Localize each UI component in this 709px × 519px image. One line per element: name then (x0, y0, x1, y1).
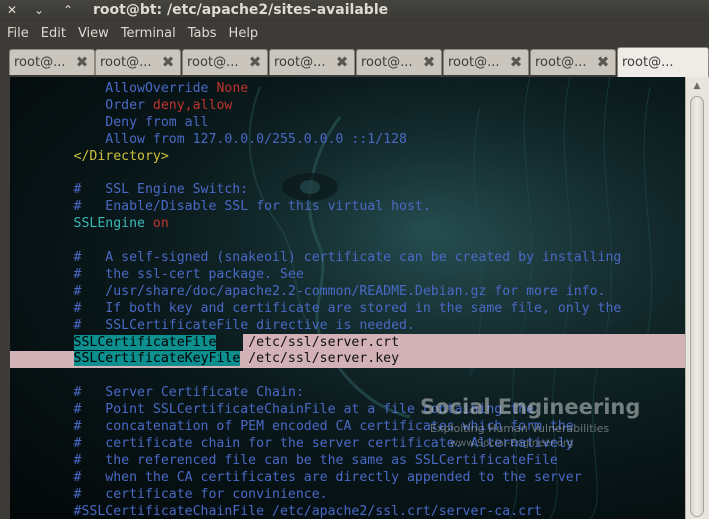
terminal-line: # If both key and certificate are stored… (10, 300, 622, 317)
terminal-line: Deny from all (10, 114, 209, 131)
terminal-window: ✕ ⌄ ⌃ root@bt: /etc/apache2/sites-availa… (0, 0, 709, 519)
terminal-line: # Server Certificate Chain: (10, 384, 304, 401)
tab-4[interactable]: root@... ✖ (269, 49, 355, 75)
terminal-line: # certificate for convinience. (10, 486, 328, 503)
tab-label: root@... (187, 55, 239, 70)
tab-label: root@... (14, 55, 66, 70)
terminal-line: SSLEngine on (10, 215, 169, 232)
tab-5[interactable]: root@... ✖ (356, 49, 442, 75)
terminal-text-segment: None (216, 81, 249, 96)
window-title: root@bt: /etc/apache2/sites-available (93, 2, 389, 18)
tab-close-icon[interactable]: ✖ (508, 54, 524, 70)
title-bar[interactable]: ✕ ⌄ ⌃ root@bt: /etc/apache2/sites-availa… (0, 0, 709, 22)
terminal-line: SSLCertificateFile /etc/ssl/server.crt (10, 334, 399, 351)
tab-close-icon[interactable]: ✖ (74, 54, 90, 70)
terminal-text-segment: SSLCertificateFile (73, 334, 217, 350)
tab-label: root@... (448, 55, 500, 70)
terminal-text-segment: #SSLCertificateChainFile /etc/apache2/ss… (10, 503, 542, 519)
terminal-text-segment: on (152, 216, 169, 232)
watermark-logo: Social Engineering Exploiting Human Vuln… (420, 395, 660, 455)
terminal-line: # Enable/Disable SSL for this virtual ho… (10, 198, 431, 215)
minimize-icon: ⌄ (33, 3, 45, 17)
terminal-text-segment: AllowOverride (10, 81, 217, 96)
terminal-line: Allow from 127.0.0.0/255.0.0.0 ::1/128 (10, 131, 407, 148)
terminal-scrollbar[interactable]: ▲ (685, 77, 709, 519)
terminal-text-segment: # certificate for convinience. (10, 486, 328, 502)
terminal-line: # SSL Engine Switch: (10, 181, 249, 198)
terminal-line: SSLCertificateKeyFile /etc/ssl/server.ke… (10, 350, 399, 367)
tab-label: root@... (274, 55, 326, 70)
tab-label: root@... (622, 55, 674, 70)
terminal-text-segment: # the ssl-cert package. See (10, 266, 304, 282)
maximize-window-button[interactable]: ⌃ (58, 2, 78, 19)
terminal-text-segment: SSLEngine (10, 216, 153, 232)
tab-close-icon[interactable]: ✖ (160, 54, 176, 70)
terminal-line: #SSLCertificateChainFile /etc/apache2/ss… (10, 503, 542, 519)
scroll-up-arrow-icon[interactable]: ▲ (689, 79, 705, 93)
watermark-title: Social Engineering (420, 395, 641, 419)
terminal-text-segment: # A self-signed (snakeoil) certificate c… (10, 250, 622, 265)
menu-tabs[interactable]: Tabs (181, 26, 222, 41)
terminal-line: # A self-signed (snakeoil) certificate c… (10, 249, 622, 266)
maximize-icon: ⌃ (62, 3, 74, 17)
tab-close-icon[interactable]: ✖ (247, 54, 263, 70)
tab-label: root@... (535, 55, 587, 70)
tab-close-icon[interactable]: ✖ (334, 54, 350, 70)
terminal-text-segment: # SSLCertificateFile directive is needed… (10, 317, 415, 333)
terminal-text-segment: /etc/ssl/server.key (240, 351, 400, 367)
terminal-line: </Directory> (10, 148, 169, 165)
watermark-url: www.Social-Engineer.org (450, 438, 574, 449)
menu-view[interactable]: View (71, 26, 114, 41)
watermark-subtitle: Exploiting Human Vulnerabilities (430, 422, 610, 435)
tab-3[interactable]: root@... ✖ (182, 49, 268, 75)
menu-help[interactable]: Help (222, 26, 264, 41)
menu-terminal[interactable]: Terminal (114, 26, 181, 41)
terminal-text-segment: SSLCertificateKeyFile (73, 351, 241, 367)
tab-6[interactable]: root@... ✖ (443, 49, 529, 75)
terminal-view[interactable]: AllowOverride None Order deny,allow Deny… (10, 77, 685, 519)
tab-label: root@... (100, 55, 152, 70)
tab-bar: root@... ✖ root@... ✖ root@... ✖ root@... ✖ root… (0, 44, 709, 77)
tab-2[interactable]: root@... ✖ (95, 49, 181, 75)
terminal-text-segment: Order (10, 97, 153, 113)
terminal-line: # /usr/share/doc/apache2.2-common/README… (10, 283, 606, 300)
terminal-text-segment: # /usr/share/doc/apache2.2-common/README… (10, 283, 606, 299)
terminal-line: # the ssl-cert package. See (10, 266, 304, 283)
terminal-text-segment: # Enable/Disable SSL for this virtual ho… (10, 199, 431, 215)
terminal-text-segment: Deny from all (10, 114, 209, 130)
window-left-edge (0, 77, 10, 519)
terminal-line: # when the CA certificates are directly … (10, 469, 582, 486)
terminal-text-segment: deny,allow (152, 97, 233, 113)
terminal-line: Order deny,allow (10, 97, 232, 114)
tab-label: root@... (361, 55, 413, 70)
terminal-text-segment: # Server Certificate Chain: (10, 385, 304, 401)
close-icon: ✕ (6, 3, 18, 17)
close-window-button[interactable]: ✕ (2, 2, 22, 19)
terminal-text-segment: Allow from 127.0.0.0/255.0.0.0 ::1/128 (10, 131, 407, 147)
terminal-text-segment: # when the CA certificates are directly … (10, 469, 582, 485)
terminal-line: AllowOverride None (10, 80, 248, 97)
tab-7[interactable]: root@... ✖ (530, 49, 616, 75)
tab-8[interactable]: root@... (617, 47, 709, 77)
terminal-text-segment: /etc/ssl/server.crt (216, 334, 400, 350)
terminal-line: # SSLCertificateFile directive is needed… (10, 317, 415, 334)
terminal-text-segment: # SSL Engine Switch: (10, 182, 249, 198)
tab-1[interactable]: root@... ✖ (9, 49, 95, 75)
minimize-window-button[interactable]: ⌄ (29, 2, 49, 19)
menu-file[interactable]: File (0, 26, 34, 41)
scroll-thumb[interactable] (690, 96, 704, 517)
menu-bar: File Edit View Terminal Tabs Help (0, 22, 709, 44)
tab-close-icon[interactable]: ✖ (421, 54, 437, 70)
tab-close-icon[interactable]: ✖ (595, 54, 611, 70)
terminal-text-segment: </Directory> (10, 148, 169, 164)
terminal-text-segment: # the referenced file can be the same as… (10, 452, 558, 468)
menu-edit[interactable]: Edit (34, 26, 71, 41)
terminal-text-segment: # If both key and certificate are stored… (10, 300, 622, 316)
